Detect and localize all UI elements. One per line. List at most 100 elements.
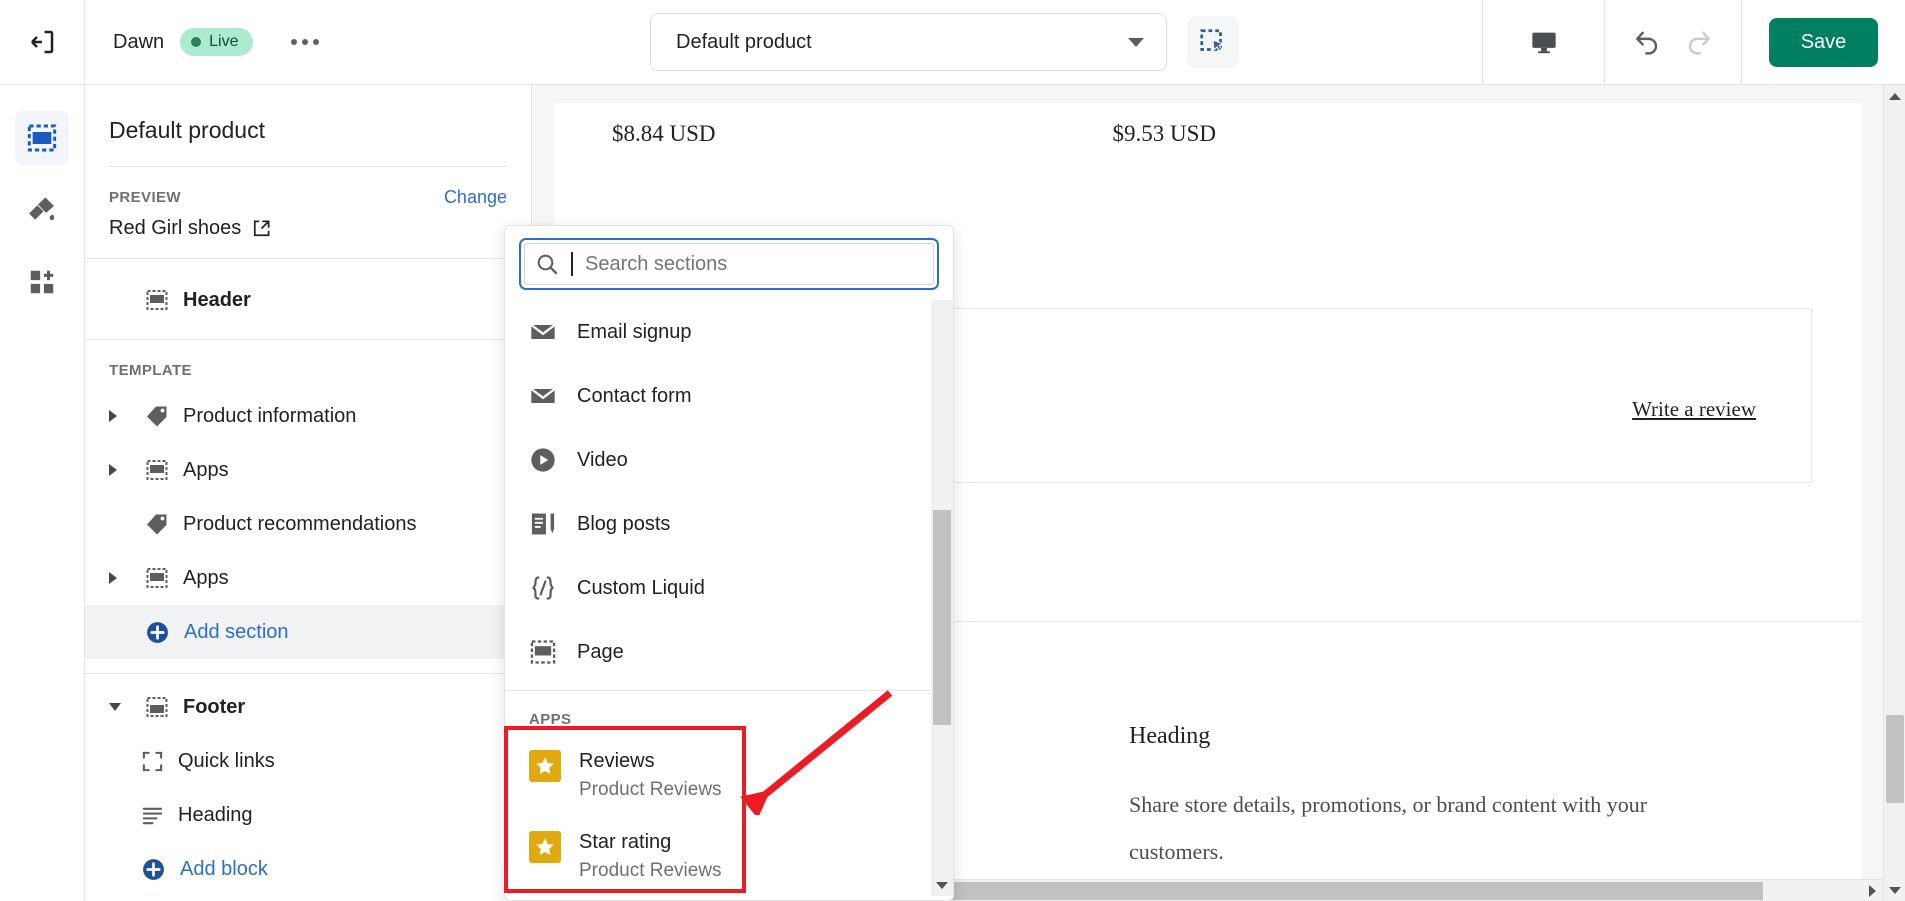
dropdown-app-star-rating[interactable]: Star rating Product Reviews	[505, 817, 953, 896]
scroll-down-button[interactable]	[931, 874, 953, 896]
expand-toggle[interactable]	[109, 410, 131, 422]
section-icon	[530, 640, 556, 664]
redo-button[interactable]	[1684, 28, 1713, 57]
price-row: $8.84 USD $9.53 USD	[554, 103, 1862, 147]
star-icon	[529, 750, 561, 782]
expand-toggle[interactable]	[109, 572, 131, 584]
plus-circle-icon	[147, 621, 168, 643]
dropdown-item-contact-form[interactable]: Contact form	[505, 364, 953, 428]
sidebar-item-footer[interactable]: Footer	[85, 680, 531, 734]
undo-button[interactable]	[1633, 28, 1662, 57]
section-tree: Header TEMPLATE Product information Apps	[85, 259, 531, 896]
section-type-list[interactable]: Email signup Contact form Video Blog pos…	[505, 300, 953, 896]
envelope-icon	[530, 324, 556, 339]
more-options-button[interactable]	[283, 29, 327, 55]
template-selector-value: Default product	[676, 30, 812, 53]
status-badge: Live	[180, 28, 253, 56]
dropdown-item-label: Contact form	[577, 384, 692, 407]
paintbrush-icon	[29, 197, 55, 221]
sidebar-item-apps-1[interactable]: Apps	[85, 443, 531, 497]
dropdown-item-page[interactable]: Page	[505, 620, 953, 684]
search-wrapper	[505, 226, 953, 300]
dropdown-item-label: Custom Liquid	[577, 576, 705, 599]
chevron-right-icon	[1868, 885, 1876, 897]
sidebar-item-label: Product information	[183, 404, 357, 427]
sidebar-item-product-information[interactable]: Product information	[85, 389, 531, 443]
dropdown-item-label: Page	[577, 640, 624, 663]
chevron-right-icon	[109, 572, 117, 584]
preview-product-row[interactable]: Red Girl shoes	[109, 217, 507, 240]
dropdown-item-video[interactable]: Video	[505, 428, 953, 492]
undo-icon	[1636, 31, 1658, 55]
add-block-button[interactable]: Add block	[85, 842, 531, 896]
exit-icon	[31, 30, 54, 54]
search-input[interactable]	[585, 252, 923, 276]
device-preview-button[interactable]	[1482, 0, 1604, 84]
desktop-icon	[1531, 32, 1556, 54]
add-section-button[interactable]: Add section	[85, 605, 531, 659]
expand-toggle[interactable]	[109, 464, 131, 476]
save-button[interactable]: Save	[1768, 17, 1879, 67]
sidebar-block-heading[interactable]: Heading	[85, 788, 531, 842]
envelope-icon	[530, 388, 556, 403]
scroll-up-button[interactable]	[1884, 85, 1905, 107]
chevron-down-icon	[109, 703, 121, 711]
search-field[interactable]	[519, 238, 939, 290]
dropdown-app-reviews[interactable]: Reviews Product Reviews	[505, 736, 953, 817]
dropdown-item-blog-posts[interactable]: Blog posts	[505, 492, 953, 556]
exit-editor-button[interactable]	[0, 0, 85, 84]
liquid-code-icon	[532, 576, 554, 600]
sidebar-block-quick-links[interactable]: Quick links	[85, 734, 531, 788]
status-badge-label: Live	[209, 33, 239, 50]
preview-vertical-scrollbar[interactable]	[1883, 85, 1905, 901]
left-icon-rail	[0, 85, 85, 901]
save-cell: Save	[1741, 0, 1905, 84]
theme-info: Dawn Live	[85, 28, 327, 56]
dropdown-item-email-signup[interactable]: Email signup	[505, 300, 953, 364]
sidebar-item-product-recommendations[interactable]: Product recommendations	[85, 497, 531, 551]
section-select-button[interactable]	[1187, 16, 1239, 68]
section-icon	[146, 460, 168, 480]
sidebar-block-label: Heading	[178, 803, 253, 826]
write-review-link[interactable]: Write a review	[1632, 397, 1756, 422]
section-select-icon	[1200, 29, 1225, 52]
top-bar: Dawn Live Default product Save	[0, 0, 1905, 85]
rail-item-apps[interactable]	[15, 255, 69, 309]
tag-icon	[147, 514, 167, 535]
sidebar-item-apps-2[interactable]: Apps	[85, 551, 531, 605]
ellipsis-icon	[290, 39, 297, 45]
blog-icon	[531, 513, 555, 535]
chevron-up-icon	[1889, 92, 1901, 100]
scrollbar-thumb[interactable]	[1886, 715, 1904, 803]
chevron-right-icon	[109, 464, 117, 476]
collapse-toggle[interactable]	[109, 703, 131, 711]
plus-circle-icon	[143, 858, 164, 880]
add-block-label: Add block	[180, 857, 268, 880]
play-circle-icon	[531, 448, 555, 472]
sidebar-item-label: Footer	[183, 695, 246, 718]
section-icon	[146, 290, 168, 310]
sidebar-item-header[interactable]: Header	[85, 273, 531, 327]
scroll-right-button[interactable]	[1861, 880, 1883, 901]
price-right: $9.53 USD	[1112, 121, 1217, 146]
text-cursor	[571, 252, 573, 276]
price-left: $8.84 USD	[612, 121, 716, 146]
change-preview-link[interactable]: Change	[444, 187, 507, 208]
page-title: Default product	[109, 117, 265, 143]
add-section-dropdown[interactable]: Email signup Contact form Video	[504, 225, 954, 901]
ellipsis-icon	[312, 39, 319, 45]
dropdown-scrollbar[interactable]	[931, 300, 953, 896]
rail-item-theme-settings[interactable]	[15, 183, 69, 237]
dropdown-item-custom-liquid[interactable]: Custom Liquid	[505, 556, 953, 620]
template-selector[interactable]: Default product	[650, 13, 1167, 71]
tag-icon	[147, 406, 167, 427]
external-link-icon	[254, 220, 270, 237]
theme-name: Dawn	[113, 30, 165, 53]
template-controls: Default product	[650, 13, 1239, 71]
chevron-down-icon	[1889, 886, 1901, 894]
preview-body-text: Share store details, promotions, or bran…	[1129, 792, 1648, 864]
scroll-down-button[interactable]	[1884, 879, 1905, 901]
rail-item-sections[interactable]	[15, 111, 69, 165]
scrollbar-thumb[interactable]	[933, 510, 951, 725]
sidebar-item-label: Header	[183, 288, 251, 311]
